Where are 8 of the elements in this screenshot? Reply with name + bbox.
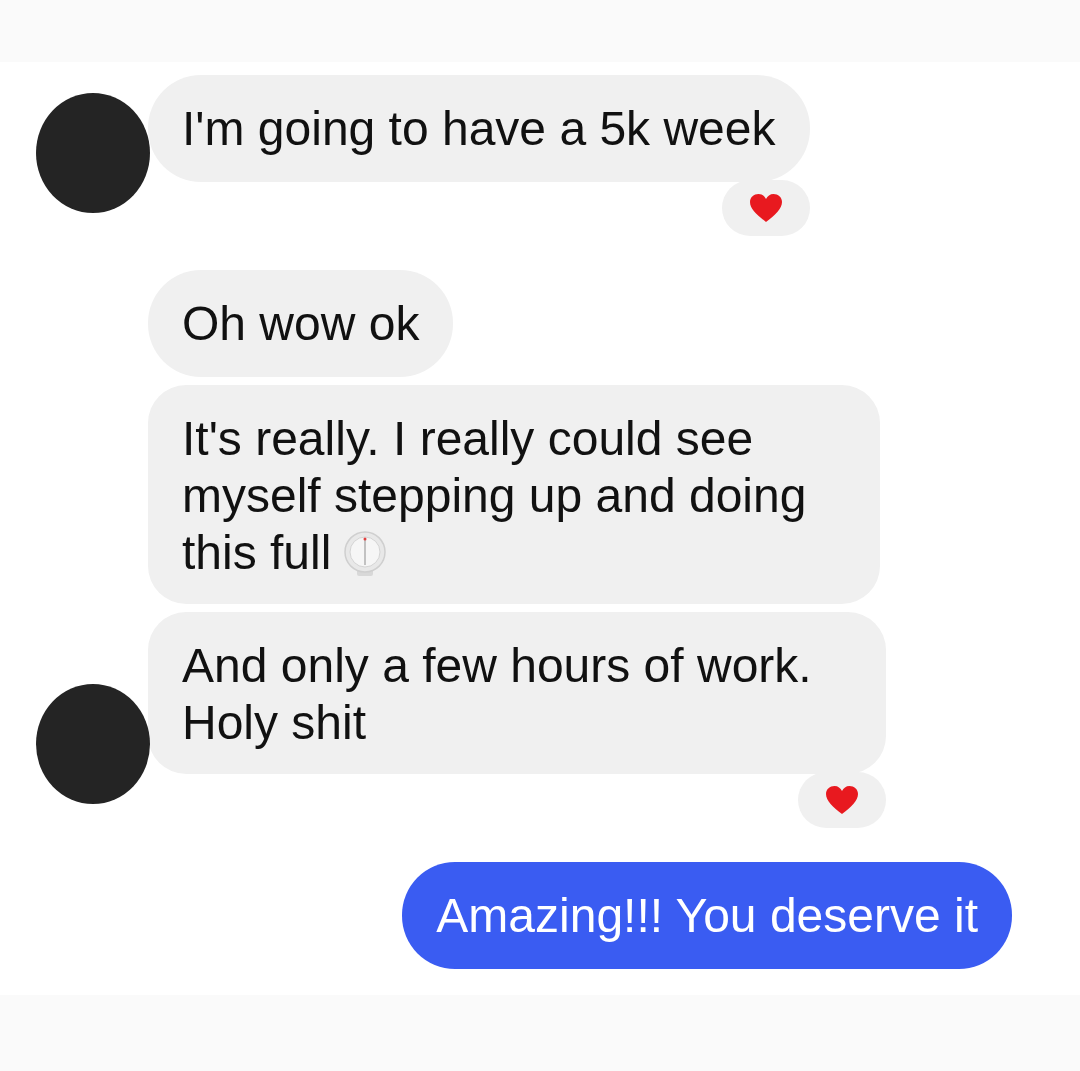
message-bubble: Amazing!!! You deserve it (402, 862, 1012, 969)
message-bubble: And only a few hours of work. Holy shit (148, 612, 886, 774)
message-bubble: Oh wow ok (148, 270, 454, 377)
heart-icon (824, 785, 859, 815)
message-bubble: I'm going to have a 5k week (148, 75, 810, 182)
stopwatch-icon (343, 531, 388, 577)
message-bubble: It's really. I really could see myself stepping up and doing this full (148, 385, 881, 604)
heart-icon (748, 193, 783, 223)
